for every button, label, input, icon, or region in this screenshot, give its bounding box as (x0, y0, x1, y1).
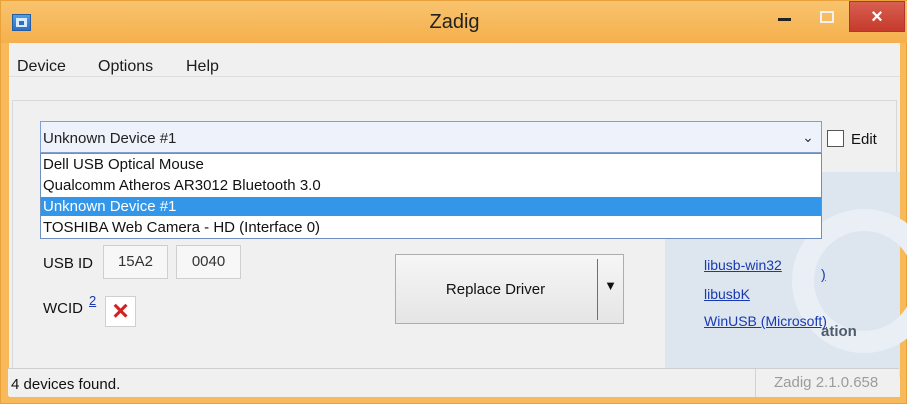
dropdown-arrow-icon[interactable]: ▼ (603, 278, 618, 293)
device-dropdown-value: Unknown Device #1 (43, 130, 177, 147)
status-bar: 4 devices found. Zadig 2.1.0.658 (8, 368, 899, 397)
wcid-status: × (105, 296, 136, 327)
device-option[interactable]: Qualcomm Atheros AR3012 Bluetooth 3.0 (41, 176, 821, 195)
edit-label: Edit (851, 131, 877, 148)
replace-driver-button[interactable]: Replace Driver ▼ (395, 254, 624, 324)
minimize-button[interactable] (763, 1, 805, 32)
libusbk-link[interactable]: libusbK (704, 286, 750, 302)
wcid-status-icon: × (112, 295, 129, 326)
wcid-help-link[interactable]: 2 (89, 293, 96, 308)
device-option[interactable]: Dell USB Optical Mouse (41, 155, 821, 174)
close-icon: × (871, 5, 883, 28)
device-option[interactable]: TOSHIBA Web Camera - HD (Interface 0) (41, 218, 821, 237)
usb-product-id-field[interactable]: 0040 (176, 245, 241, 279)
menu-bar: Device Options Help (9, 43, 900, 77)
partial-driver-link[interactable]: ) (821, 266, 826, 282)
menu-device[interactable]: Device (17, 58, 66, 76)
device-options-list[interactable]: Dell USB Optical Mouse Qualcomm Atheros … (40, 153, 822, 239)
wcid-label: WCID (43, 300, 83, 317)
titlebar: Zadig × (1, 1, 907, 43)
maximize-button[interactable] (806, 1, 848, 32)
usb-vendor-id-field[interactable]: 15A2 (103, 245, 168, 279)
maximize-icon (820, 10, 834, 23)
status-message: 4 devices found. (11, 376, 121, 393)
winusb-link[interactable]: WinUSB (Microsoft) (704, 313, 827, 329)
minimize-icon (777, 18, 791, 21)
device-dropdown[interactable]: Unknown Device #1 ⌄ (40, 121, 822, 153)
usb-id-label: USB ID (43, 255, 94, 272)
replace-driver-label: Replace Driver (445, 281, 546, 298)
device-option-selected[interactable]: Unknown Device #1 (41, 197, 821, 216)
edit-checkbox[interactable] (827, 130, 844, 147)
chevron-down-icon[interactable]: ⌄ (796, 123, 820, 151)
version-label: Zadig 2.1.0.658 (755, 369, 899, 397)
menu-help[interactable]: Help (186, 58, 219, 76)
close-button[interactable]: × (849, 1, 905, 32)
libusb-win32-link[interactable]: libusb-win32 (704, 257, 782, 273)
menu-options[interactable]: Options (98, 58, 153, 76)
replace-driver-divider (597, 259, 598, 320)
